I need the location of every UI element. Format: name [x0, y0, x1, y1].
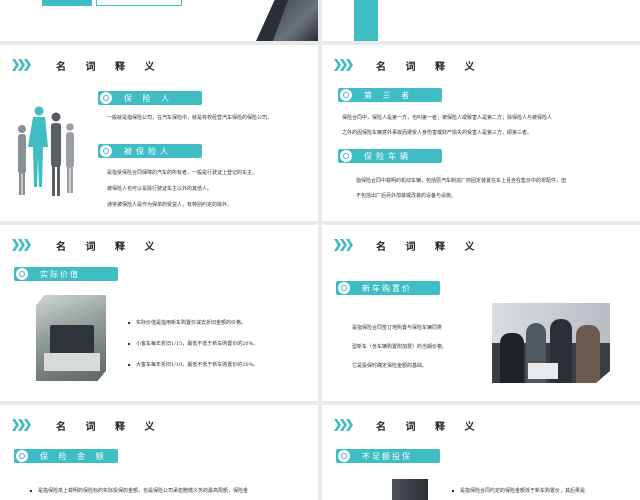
chevron-right-icon	[334, 59, 353, 71]
slide-top-right[interactable]	[322, 0, 640, 41]
slide-underinsurance[interactable]: 名 词 释 义 不足额投保 是指保险合同约定的保险金额低于新车购置价，其后果是	[322, 405, 640, 500]
chevron-right-icon	[12, 239, 31, 251]
term-label-underinsurance: 不足额投保	[336, 449, 440, 463]
term-label-new-car-price: 新车购置价	[336, 281, 440, 295]
term-insured: 被保险人	[124, 146, 172, 156]
term-insured-vehicle-line-1: 指保险合同中载明的机动车辆，包括原汽车制造厂商固定装置在车上且含在售价中的零配件…	[356, 178, 567, 184]
section-header: 名 词 释 义	[334, 238, 483, 253]
section-header: 名 词 释 义	[12, 418, 163, 433]
term-third-party-line-1: 保险合同中，保险人是第一方，也叫第一者；被保险人或致害人是第二方；除保险人与被保…	[342, 115, 553, 121]
chevron-right-icon	[334, 239, 353, 251]
bullet-underinsurance-1: 是指保险合同约定的保险金额低于新车购置价，其后果是	[452, 487, 585, 494]
warning-icon	[338, 450, 350, 462]
term-actual-value: 实际价值	[40, 269, 80, 279]
chevron-right-icon	[12, 59, 31, 71]
coin-icon	[16, 450, 28, 462]
outline-box	[96, 0, 182, 6]
term-insured-vehicle-line-2: 不包括出厂后另外加装或改装的设备与设施。	[356, 193, 457, 199]
term-insured-line-2: 被保险人也可以是除行驶证车主以外的其他人。	[107, 186, 213, 192]
section-header: 名 词 释 义	[334, 418, 483, 433]
new-car-price-line-3: 它是投保时确定保险金额的基础。	[352, 363, 428, 369]
chevron-right-icon	[334, 419, 353, 431]
price-tag-icon	[338, 282, 350, 294]
accent-block	[354, 0, 378, 41]
business-people-silhouette	[18, 106, 74, 196]
team-meeting-photo	[492, 303, 610, 383]
term-third-party: 第 三 者	[364, 90, 414, 100]
term-insured-vehicle: 保险车辆	[364, 151, 412, 161]
section-header: 名 词 释 义	[334, 58, 483, 73]
new-car-price-line-2: 型新车（含车辆购置附加费）的当期价格。	[352, 344, 448, 350]
value-icon	[16, 268, 28, 280]
section-title: 名 词 释 义	[376, 61, 483, 73]
laptop-photo	[36, 295, 106, 381]
chevron-right-icon	[12, 419, 31, 431]
slide-insurer[interactable]: 名 词 释 义 保 险 人 一般就是指保险公司，在汽车保险中，就是有权经营汽车保…	[0, 45, 318, 221]
laptop-shape	[50, 325, 94, 355]
term-insured-line-1: 是指受保险合同保障的汽车的所有者，一般是行驶证上登记的车主。	[107, 170, 258, 176]
bullet-actual-value-1: 实际价值是指用新车购置价减去折旧金额的价格。	[128, 319, 246, 326]
accent-bar	[42, 0, 92, 6]
office-photo	[392, 479, 428, 500]
section-title: 名 词 释 义	[376, 421, 483, 433]
slide-new-car-price[interactable]: 名 词 释 义 新车购置价 是指保险合同签订地购置与保险车辆同类 型新车（含车辆…	[322, 225, 640, 401]
section-title: 名 词 释 义	[56, 241, 163, 253]
person-1	[500, 333, 524, 383]
user-icon	[100, 145, 112, 157]
person-4	[576, 325, 600, 383]
bullet-insured-amount-1: 是指保险单上载明的保险标的实际投保的金额，也是保险公司承担赔偿义务的最高限额，保…	[30, 487, 248, 494]
term-label-insured: 被保险人	[98, 144, 202, 158]
section-title: 名 词 释 义	[376, 241, 483, 253]
term-label-insured-amount: 保 险 金 额	[14, 449, 118, 463]
keyboard-shape	[44, 353, 100, 371]
shield-icon	[100, 92, 112, 104]
slide-top-left[interactable]	[0, 0, 318, 41]
term-underinsurance: 不足额投保	[362, 451, 412, 461]
laptop-shape	[528, 363, 558, 379]
term-third-party-line-2: 之外的因保险车辆意外事故而遭受人身伤害或财产损失的受害人是第三方，即第三者。	[342, 130, 533, 136]
slide-insured-amount[interactable]: 名 词 释 义 保 险 金 额 是指保险单上载明的保险标的实际投保的金额，也是保…	[0, 405, 318, 500]
term-label-actual-value: 实际价值	[14, 267, 118, 281]
term-label-insurer: 保 险 人	[98, 91, 202, 105]
bullet-actual-value-3: 大客车每年折旧1/10，最低不低于新车购置价的20%。	[128, 361, 258, 368]
section-title: 名 词 释 义	[56, 61, 163, 73]
term-label-third-party: 第 三 者	[338, 88, 442, 102]
slide-actual-value[interactable]: 名 词 释 义 实际价值 实际价值是指用新车购置价减去折旧金额的价格。 小客车每…	[0, 225, 318, 401]
term-new-car-price: 新车购置价	[362, 283, 412, 293]
term-label-insured-vehicle: 保险车辆	[338, 149, 442, 163]
term-insured-line-3: 通常被保险人是作为保单的受益人，有特别约定的除外。	[107, 202, 233, 208]
term-insurer-desc: 一般就是指保险公司，在汽车保险中，就是有权经营汽车保险的保险公司。	[107, 115, 273, 121]
new-car-price-line-1: 是指保险合同签订地购置与保险车辆同类	[352, 325, 443, 331]
section-header: 名 词 释 义	[12, 58, 163, 73]
car-icon	[340, 150, 352, 162]
section-title: 名 词 释 义	[56, 421, 163, 433]
slide-third-party[interactable]: 名 词 释 义 第 三 者 保险合同中，保险人是第一方，也叫第一者；被保险人或致…	[322, 45, 640, 221]
group-icon	[340, 89, 352, 101]
term-insurer: 保 险 人	[124, 93, 174, 103]
bullet-actual-value-2: 小客车每年折旧1/15，最低不低于新车购置价的20%。	[128, 340, 258, 347]
term-insured-amount: 保 险 金 额	[40, 451, 108, 461]
section-header: 名 词 释 义	[12, 238, 163, 253]
